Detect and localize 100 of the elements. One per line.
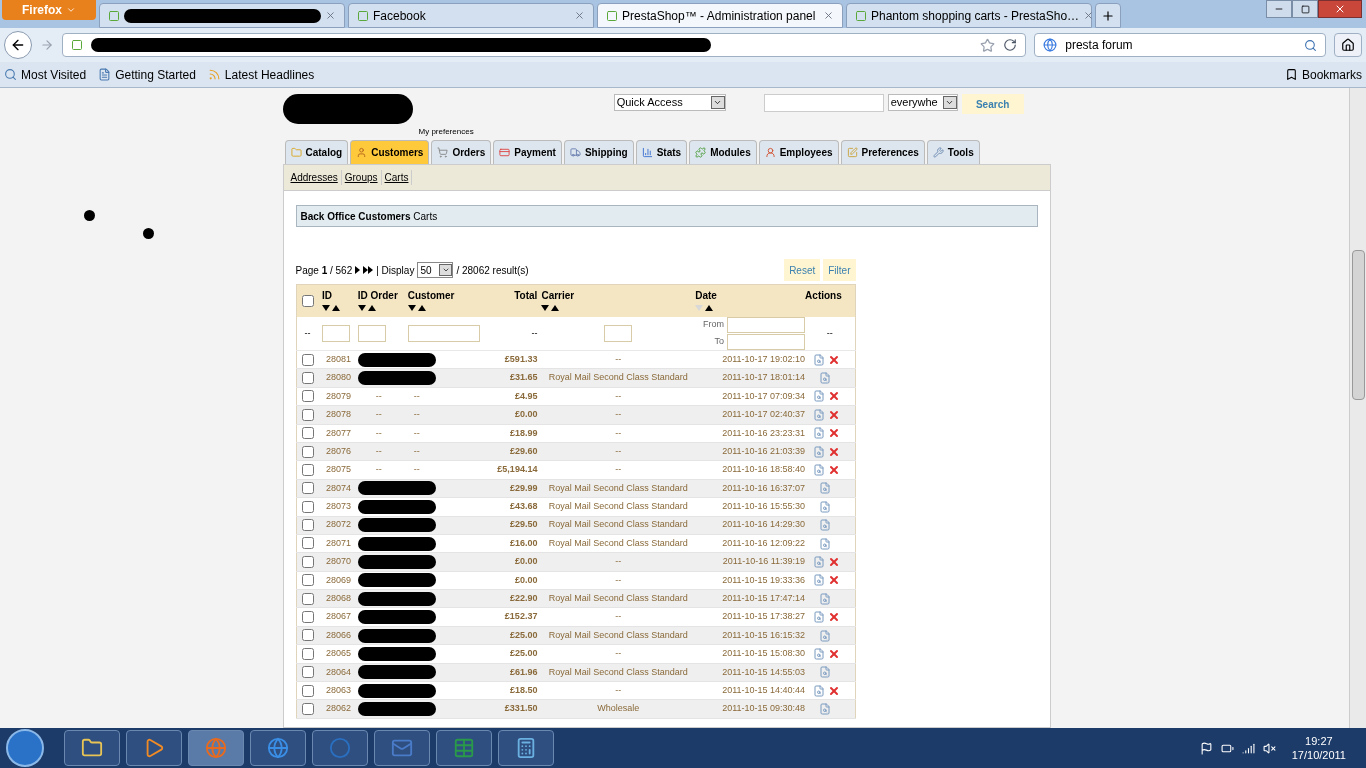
browser-tab[interactable] bbox=[99, 3, 345, 28]
taskbar-app-button[interactable] bbox=[374, 730, 430, 766]
search-icon[interactable] bbox=[1304, 38, 1317, 52]
table-action-button[interactable]: Reset bbox=[784, 259, 821, 281]
row-checkbox[interactable] bbox=[301, 371, 314, 384]
filter-field[interactable] bbox=[321, 324, 350, 342]
delete-icon[interactable] bbox=[828, 464, 841, 477]
scrollbar[interactable] bbox=[1349, 88, 1366, 728]
nav-tab[interactable]: Preferences bbox=[840, 140, 925, 164]
taskbar-app-button[interactable] bbox=[126, 730, 182, 766]
bookmarks-menu[interactable]: Bookmarks bbox=[1284, 65, 1362, 84]
taskbar-app-button[interactable] bbox=[250, 730, 306, 766]
sort-arrows-icon[interactable] bbox=[321, 305, 340, 311]
row-checkbox[interactable] bbox=[301, 445, 314, 458]
nav-tab[interactable]: Stats bbox=[635, 140, 688, 164]
new-tab-button[interactable] bbox=[1095, 3, 1121, 28]
row-checkbox[interactable] bbox=[301, 519, 314, 532]
row-checkbox[interactable] bbox=[301, 482, 314, 495]
delete-icon[interactable] bbox=[828, 684, 841, 697]
nav-tab[interactable]: Shipping bbox=[563, 140, 634, 164]
nav-tab[interactable]: Customers bbox=[350, 140, 430, 164]
signal-icon[interactable] bbox=[1241, 741, 1255, 755]
row-checkbox[interactable] bbox=[301, 592, 314, 605]
row-checkbox[interactable] bbox=[301, 500, 314, 513]
per-page-select[interactable]: 50 bbox=[417, 262, 454, 278]
delete-icon[interactable] bbox=[828, 390, 841, 403]
sort-arrows-icon[interactable] bbox=[695, 305, 714, 311]
row-checkbox[interactable] bbox=[301, 666, 314, 679]
bookmark-star-icon[interactable] bbox=[980, 37, 996, 53]
start-button[interactable] bbox=[6, 729, 44, 767]
subtab-link[interactable]: Carts bbox=[381, 170, 413, 185]
maximize-button[interactable] bbox=[1292, 0, 1318, 18]
bookmark-link[interactable]: Most Visited bbox=[4, 65, 87, 84]
search-engine-icon[interactable] bbox=[1043, 38, 1058, 52]
delete-icon[interactable] bbox=[828, 353, 841, 366]
preferences-link[interactable]: My preferences bbox=[418, 126, 474, 138]
close-icon[interactable] bbox=[574, 10, 585, 21]
taskbar-app-button[interactable] bbox=[436, 730, 492, 766]
search-field[interactable]: presta forum bbox=[1034, 33, 1326, 57]
nav-tab[interactable]: Tools bbox=[926, 140, 980, 164]
home-button[interactable] bbox=[1334, 33, 1362, 57]
browser-tab[interactable]: Phantom shopping carts - PrestaSho… bbox=[846, 3, 1092, 28]
clock[interactable]: 19:27 17/10/2011 bbox=[1291, 734, 1346, 762]
row-checkbox[interactable] bbox=[301, 537, 314, 550]
browser-tab[interactable]: PrestaShop™ - Administration panel bbox=[597, 3, 843, 28]
nav-tab[interactable]: Employees bbox=[758, 140, 839, 164]
nav-tab[interactable]: Payment bbox=[493, 140, 562, 164]
next-page-icon[interactable] bbox=[355, 266, 361, 274]
row-checkbox[interactable] bbox=[301, 427, 314, 440]
search-button[interactable]: Search bbox=[961, 94, 1024, 114]
browser-tab[interactable]: Facebook bbox=[348, 3, 594, 28]
nav-tab[interactable]: Modules bbox=[689, 140, 757, 164]
nav-tab[interactable]: Catalog bbox=[284, 140, 349, 164]
row-checkbox[interactable] bbox=[301, 647, 314, 660]
delete-icon[interactable] bbox=[828, 408, 841, 421]
row-checkbox[interactable] bbox=[301, 574, 314, 587]
delete-icon[interactable] bbox=[828, 427, 841, 440]
row-checkbox[interactable] bbox=[301, 390, 314, 403]
taskbar-app-button[interactable] bbox=[312, 730, 368, 766]
volume-muted-icon[interactable] bbox=[1262, 741, 1276, 755]
delete-icon[interactable] bbox=[828, 556, 841, 568]
flag-icon[interactable] bbox=[1199, 741, 1213, 755]
close-icon[interactable] bbox=[1083, 10, 1095, 21]
search-scope-select[interactable]: everywhe bbox=[887, 94, 958, 111]
bookmark-link[interactable]: Getting Started bbox=[98, 65, 196, 84]
subtab-link[interactable]: Addresses bbox=[287, 170, 342, 185]
row-checkbox[interactable] bbox=[301, 611, 314, 624]
date-to-field[interactable] bbox=[727, 333, 806, 350]
last-page-icon[interactable] bbox=[363, 266, 374, 274]
address-field[interactable] bbox=[61, 33, 1027, 57]
nav-tab[interactable]: Orders bbox=[431, 140, 492, 164]
sort-arrows-icon[interactable] bbox=[541, 305, 560, 311]
filter-field[interactable] bbox=[407, 324, 480, 342]
row-checkbox[interactable] bbox=[301, 703, 314, 715]
delete-icon[interactable] bbox=[828, 445, 841, 458]
row-checkbox[interactable] bbox=[301, 408, 314, 421]
table-action-button[interactable]: Filter bbox=[823, 259, 856, 281]
delete-icon[interactable] bbox=[828, 574, 841, 587]
taskbar-app-button[interactable] bbox=[64, 730, 120, 766]
row-checkbox[interactable] bbox=[301, 629, 314, 642]
minimize-button[interactable] bbox=[1266, 0, 1292, 18]
quick-access-select[interactable]: Quick Access bbox=[613, 94, 726, 111]
row-checkbox[interactable] bbox=[301, 684, 314, 697]
close-icon[interactable] bbox=[823, 10, 834, 21]
filter-field[interactable] bbox=[604, 324, 633, 342]
row-checkbox[interactable] bbox=[301, 463, 314, 476]
sort-arrows-icon[interactable] bbox=[407, 305, 426, 311]
back-button[interactable] bbox=[4, 31, 32, 59]
sort-arrows-icon[interactable] bbox=[357, 305, 376, 311]
bookmark-link[interactable]: Latest Headlines bbox=[207, 65, 315, 84]
row-checkbox[interactable] bbox=[301, 353, 314, 366]
subtab-link[interactable]: Groups bbox=[341, 170, 382, 185]
row-checkbox[interactable] bbox=[301, 555, 314, 568]
delete-icon[interactable] bbox=[828, 647, 841, 660]
close-icon[interactable] bbox=[325, 10, 336, 21]
filter-field[interactable] bbox=[357, 324, 386, 342]
search-field[interactable] bbox=[763, 94, 884, 112]
select-all-checkbox[interactable] bbox=[301, 294, 314, 307]
reload-icon[interactable] bbox=[1003, 38, 1018, 52]
taskbar-app-button[interactable] bbox=[498, 730, 554, 766]
